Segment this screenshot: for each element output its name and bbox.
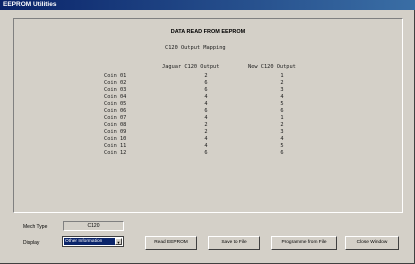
jaguar-output-value: 2 <box>204 129 208 135</box>
eeprom-utilities-window: EEPROM Utilities DATA READ FROM EEPROM C… <box>0 0 415 264</box>
table-row: Coin 01 2 1 <box>0 73 415 80</box>
new-output-value: 5 <box>280 143 284 149</box>
table-row: Coin 12 6 6 <box>0 150 415 157</box>
table-row: Coin 06 6 6 <box>0 108 415 115</box>
jaguar-output-value: 6 <box>204 150 208 156</box>
table-row: Coin 08 2 2 <box>0 122 415 129</box>
coin-label: Coin 10 <box>104 136 127 142</box>
column-header-jaguar: Jaguar C120 Output <box>162 64 220 70</box>
save-to-file-button[interactable]: Save to File <box>208 236 260 250</box>
coin-label: Coin 12 <box>104 150 127 156</box>
jaguar-output-value: 2 <box>204 73 208 79</box>
table-row: Coin 04 4 4 <box>0 94 415 101</box>
table-row: Coin 02 6 2 <box>0 80 415 87</box>
display-select-value: Other Information <box>64 238 115 245</box>
new-output-value: 4 <box>280 136 284 142</box>
coin-label: Coin 06 <box>104 108 127 114</box>
jaguar-output-value: 2 <box>204 122 208 128</box>
read-eeprom-button[interactable]: Read EEPROM <box>145 236 197 250</box>
mech-type-value: C120 <box>63 221 124 231</box>
title-bar: EEPROM Utilities <box>0 0 415 10</box>
chevron-down-icon[interactable]: ▼ <box>115 238 122 245</box>
coin-label: Coin 09 <box>104 129 127 135</box>
display-select[interactable]: Other Information ▼ <box>62 236 124 247</box>
new-output-value: 1 <box>280 115 284 121</box>
jaguar-output-value: 4 <box>204 101 208 107</box>
table-row: Coin 05 4 5 <box>0 101 415 108</box>
close-window-button[interactable]: Close Window <box>345 236 399 250</box>
jaguar-output-value: 4 <box>204 136 208 142</box>
coin-label: Coin 03 <box>104 87 127 93</box>
coin-label: Coin 08 <box>104 122 127 128</box>
new-output-value: 2 <box>280 122 284 128</box>
coin-label: Coin 02 <box>104 80 127 86</box>
programme-from-file-button[interactable]: Programme from File <box>271 236 337 250</box>
new-output-value: 3 <box>280 87 284 93</box>
new-output-value: 6 <box>280 108 284 114</box>
table-row: Coin 10 4 4 <box>0 136 415 143</box>
jaguar-output-value: 6 <box>204 80 208 86</box>
table-row: Coin 09 2 3 <box>0 129 415 136</box>
coin-label: Coin 05 <box>104 101 127 107</box>
window-title: EEPROM Utilities <box>3 1 57 8</box>
column-header-new: New C120 Output <box>248 64 296 70</box>
jaguar-output-value: 4 <box>204 115 208 121</box>
jaguar-output-value: 6 <box>204 87 208 93</box>
new-output-value: 1 <box>280 73 284 79</box>
coin-label: Coin 11 <box>104 143 127 149</box>
display-label: Display <box>23 240 40 246</box>
new-output-value: 6 <box>280 150 284 156</box>
table-row: Coin 03 6 3 <box>0 87 415 94</box>
coin-label: Coin 01 <box>104 73 127 79</box>
mech-type-label: Mech Type <box>23 224 48 230</box>
jaguar-output-value: 4 <box>204 94 208 100</box>
jaguar-output-value: 4 <box>204 143 208 149</box>
new-output-value: 2 <box>280 80 284 86</box>
table-row: Coin 11 4 5 <box>0 143 415 150</box>
new-output-value: 4 <box>280 94 284 100</box>
panel-title: DATA READ FROM EEPROM <box>170 29 246 35</box>
new-output-value: 3 <box>280 129 284 135</box>
jaguar-output-value: 6 <box>204 108 208 114</box>
new-output-value: 5 <box>280 101 284 107</box>
mapping-title: C120 Output Mapping <box>165 45 226 51</box>
coin-label: Coin 04 <box>104 94 127 100</box>
table-row: Coin 07 4 1 <box>0 115 415 122</box>
coin-label: Coin 07 <box>104 115 127 121</box>
